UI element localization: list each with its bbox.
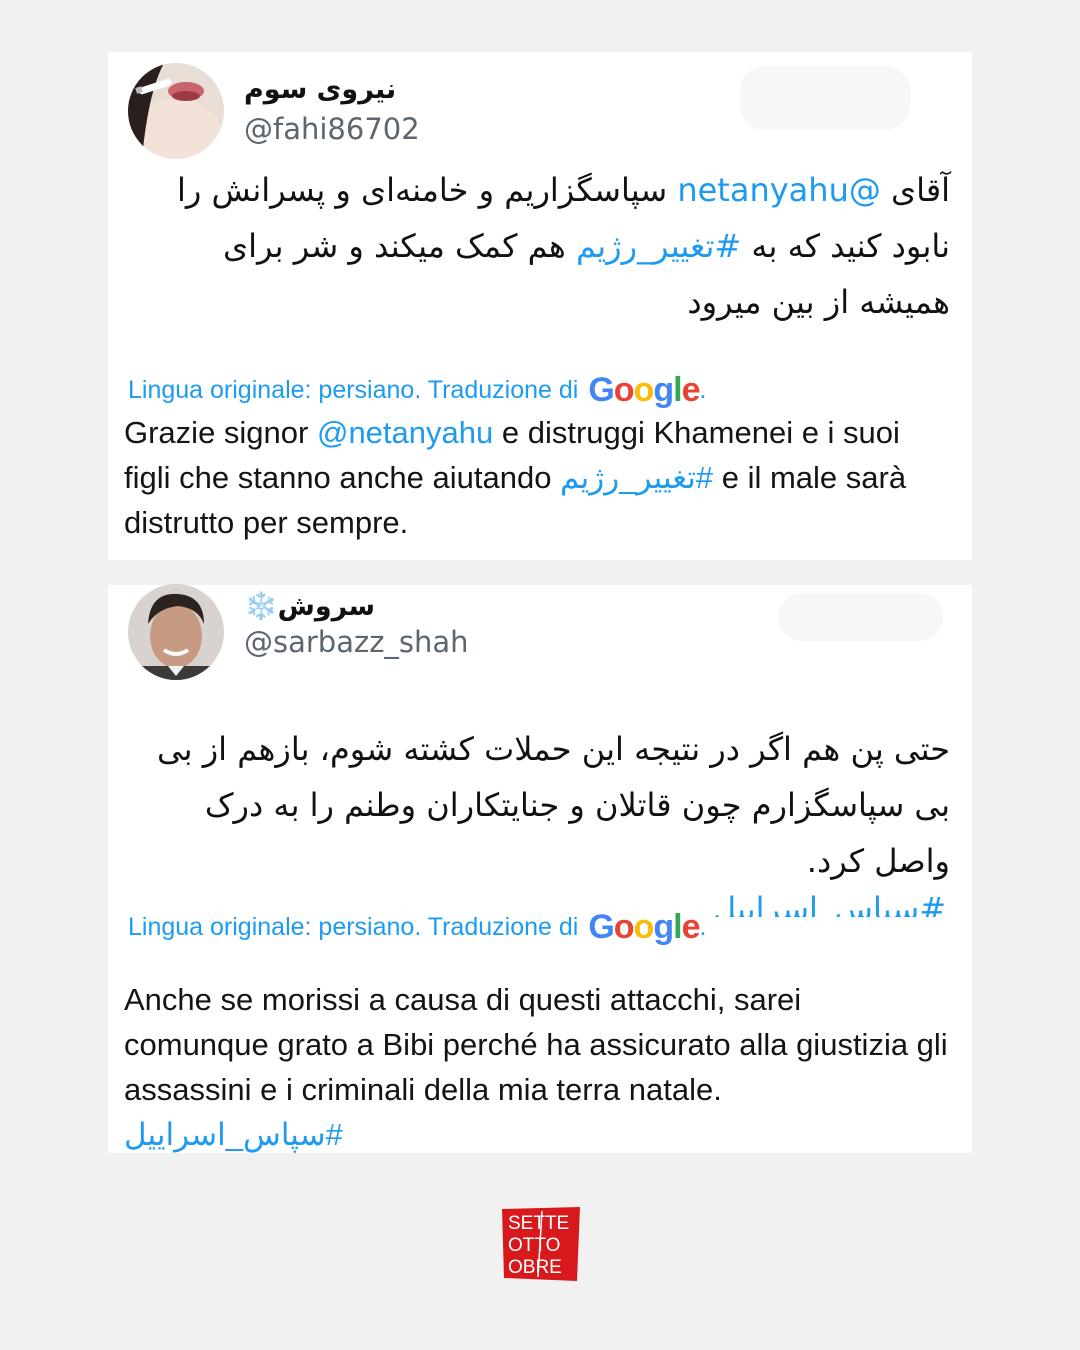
snowflake-icon: ❄️ (244, 591, 278, 622)
display-name-2[interactable]: سروش❄️ (244, 590, 375, 622)
google-logo-icon: Google (588, 370, 701, 410)
display-name-1[interactable]: نیروی سوم (244, 74, 396, 105)
follow-button-ghost[interactable] (740, 66, 910, 130)
tweet-text-2: حتی پن هم اگر در نتیجه این حملات کشته شو… (156, 730, 950, 880)
google-logo-letter: e (681, 370, 701, 409)
google-logo-letter: o (633, 370, 655, 409)
logo-line-2: OTTO (508, 1235, 560, 1256)
avatar-1[interactable] (128, 63, 224, 159)
google-logo-letter: g (653, 370, 674, 409)
google-logo-letter: l (673, 370, 683, 409)
hashtag-regime-change-translated[interactable]: #تغییر_رژیم (560, 460, 713, 495)
google-logo-letter: l (673, 907, 683, 946)
follow-button-ghost[interactable] (778, 593, 943, 641)
hashtag-thanks-israel[interactable]: #سپاس_اسراییل (124, 1117, 343, 1152)
google-logo-letter: g (653, 907, 674, 946)
translated-text-1: Grazie signor @netanyahu e distruggi Kha… (124, 410, 954, 545)
hashtag-thanks-israel-faded[interactable]: #سپاس_اسراییل (713, 891, 946, 917)
display-name-2-text: سروش (277, 591, 376, 622)
mention-netanyahu-translated[interactable]: @netanyahu (317, 415, 493, 450)
translation-note-label: Lingua originale: persiano. Traduzione d… (128, 375, 579, 404)
hashtag-regime-change[interactable]: #تغییر_رژیم (576, 227, 741, 265)
google-logo-letter: G (588, 370, 614, 409)
translation-period: . (699, 375, 707, 404)
handle-1[interactable]: @fahi86702 (244, 112, 420, 146)
settembre-logo: SETTE OTTO OBRE (502, 1207, 580, 1281)
translation-note-1[interactable]: Lingua originale: persiano. Traduzione d… (128, 370, 706, 410)
translated-text-part: Grazie signor (124, 415, 317, 450)
google-logo-letter: o (633, 907, 655, 946)
avatar-2[interactable] (128, 584, 224, 680)
handle-2[interactable]: @sarbazz_shah (244, 625, 469, 659)
google-logo-letter: G (588, 907, 614, 946)
mention-netanyahu[interactable]: @netanyahu (677, 171, 881, 209)
logo-line-1: SETTE (508, 1213, 569, 1234)
translation-note-2[interactable]: Lingua originale: persiano. Traduzione d… (128, 907, 706, 947)
google-logo-letter: o (613, 370, 635, 409)
translation-note-label: Lingua originale: persiano. Traduzione d… (128, 912, 579, 941)
tweet-text-1: آقای @netanyahu سپاسگزاریم و خامنه‌ای و … (128, 162, 950, 330)
translated-text-2: Anche se morissi a causa di questi attac… (124, 977, 954, 1157)
google-logo-icon: Google (588, 907, 701, 947)
google-logo-letter: e (681, 907, 701, 946)
translated-text-body: Anche se morissi a causa di questi attac… (124, 982, 948, 1107)
tweet-text-1-part: آقای (880, 171, 950, 209)
tweet-card-1: نیروی سوم @fahi86702 آقای @netanyahu سپا… (108, 52, 972, 560)
translation-period: . (699, 912, 707, 941)
logo-line-3: OBRE (508, 1257, 562, 1278)
tweet-card-2: سروش❄️ @sarbazz_shah حتی پن هم اگر در نت… (108, 584, 972, 1153)
settembre-logo-mark: SETTE OTTO OBRE (502, 1207, 580, 1281)
google-logo-letter: o (613, 907, 635, 946)
